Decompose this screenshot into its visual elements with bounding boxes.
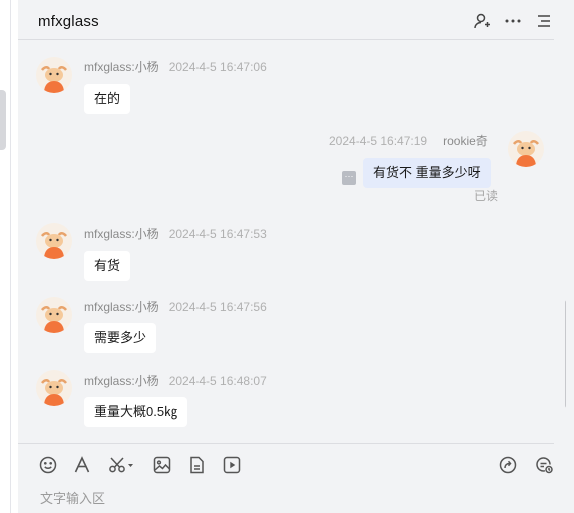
image-icon[interactable] xyxy=(152,455,172,475)
message-scrollbar[interactable] xyxy=(565,300,566,408)
sender-name: mfxglass:小杨 xyxy=(84,300,159,314)
message-bubble[interactable]: 需要多少 xyxy=(84,323,157,353)
toolbar-divider xyxy=(18,443,554,444)
chat-panel: mfxglass mfxglass:小杨 2024-4-5 16:47:06 在… xyxy=(18,0,574,513)
message-meta: mfxglass:小杨 2024-4-5 16:48:07 xyxy=(84,372,267,389)
message-time: 2024-4-5 16:47:19 xyxy=(329,134,428,148)
avatar[interactable] xyxy=(508,131,544,167)
read-status: 已读 xyxy=(474,189,499,203)
avatar[interactable] xyxy=(36,370,72,406)
add-user-icon[interactable] xyxy=(473,12,491,30)
message-time: 2024-4-5 16:48:07 xyxy=(168,374,267,388)
message-meta: mfxglass:小杨 2024-4-5 16:47:56 xyxy=(84,298,267,315)
emoji-icon[interactable] xyxy=(38,455,58,475)
left-panel-edge xyxy=(0,0,11,513)
message-input[interactable]: 文字输入区 xyxy=(40,488,540,508)
message-bubble[interactable]: 在的 xyxy=(84,84,131,114)
avatar[interactable] xyxy=(36,297,72,333)
sender-name: mfxglass:小杨 xyxy=(84,227,159,241)
list-icon[interactable] xyxy=(535,12,553,30)
message-meta: mfxglass:小杨 2024-4-5 16:47:06 xyxy=(84,58,267,75)
avatar[interactable] xyxy=(36,57,72,93)
video-icon[interactable] xyxy=(222,455,242,475)
message-bubble[interactable]: 有货不 重量多少呀 xyxy=(363,158,491,188)
message-time: 2024-4-5 16:47:53 xyxy=(168,227,267,241)
sender-name: mfxglass:小杨 xyxy=(84,374,159,388)
message-list[interactable]: mfxglass:小杨 2024-4-5 16:47:06 在的 2024-4-5… xyxy=(18,41,566,441)
more-icon[interactable] xyxy=(504,12,522,30)
share-icon[interactable] xyxy=(498,455,518,475)
message-time: 2024-4-5 16:47:06 xyxy=(168,60,267,74)
chat-header: mfxglass xyxy=(18,0,554,40)
message-meta: mfxglass:小杨 2024-4-5 16:47:53 xyxy=(84,225,267,242)
sender-name: rookie奇 xyxy=(443,134,488,148)
sender-name: mfxglass:小杨 xyxy=(84,60,159,74)
message-meta: 2024-4-5 16:47:19 rookie奇 xyxy=(329,132,488,149)
scissors-icon[interactable] xyxy=(108,455,136,475)
font-icon[interactable] xyxy=(72,455,92,475)
history-icon[interactable] xyxy=(534,455,554,475)
message-options-icon[interactable]: ··· xyxy=(342,171,356,185)
message-time: 2024-4-5 16:47:56 xyxy=(168,300,267,314)
message-bubble[interactable]: 有货 xyxy=(84,251,131,281)
chat-title: mfxglass xyxy=(38,13,99,30)
avatar[interactable] xyxy=(36,223,72,259)
left-panel-scrollbar[interactable] xyxy=(0,90,6,150)
message-bubble[interactable]: 重量大概0.5㎏ xyxy=(84,397,188,427)
file-icon[interactable] xyxy=(187,455,207,475)
